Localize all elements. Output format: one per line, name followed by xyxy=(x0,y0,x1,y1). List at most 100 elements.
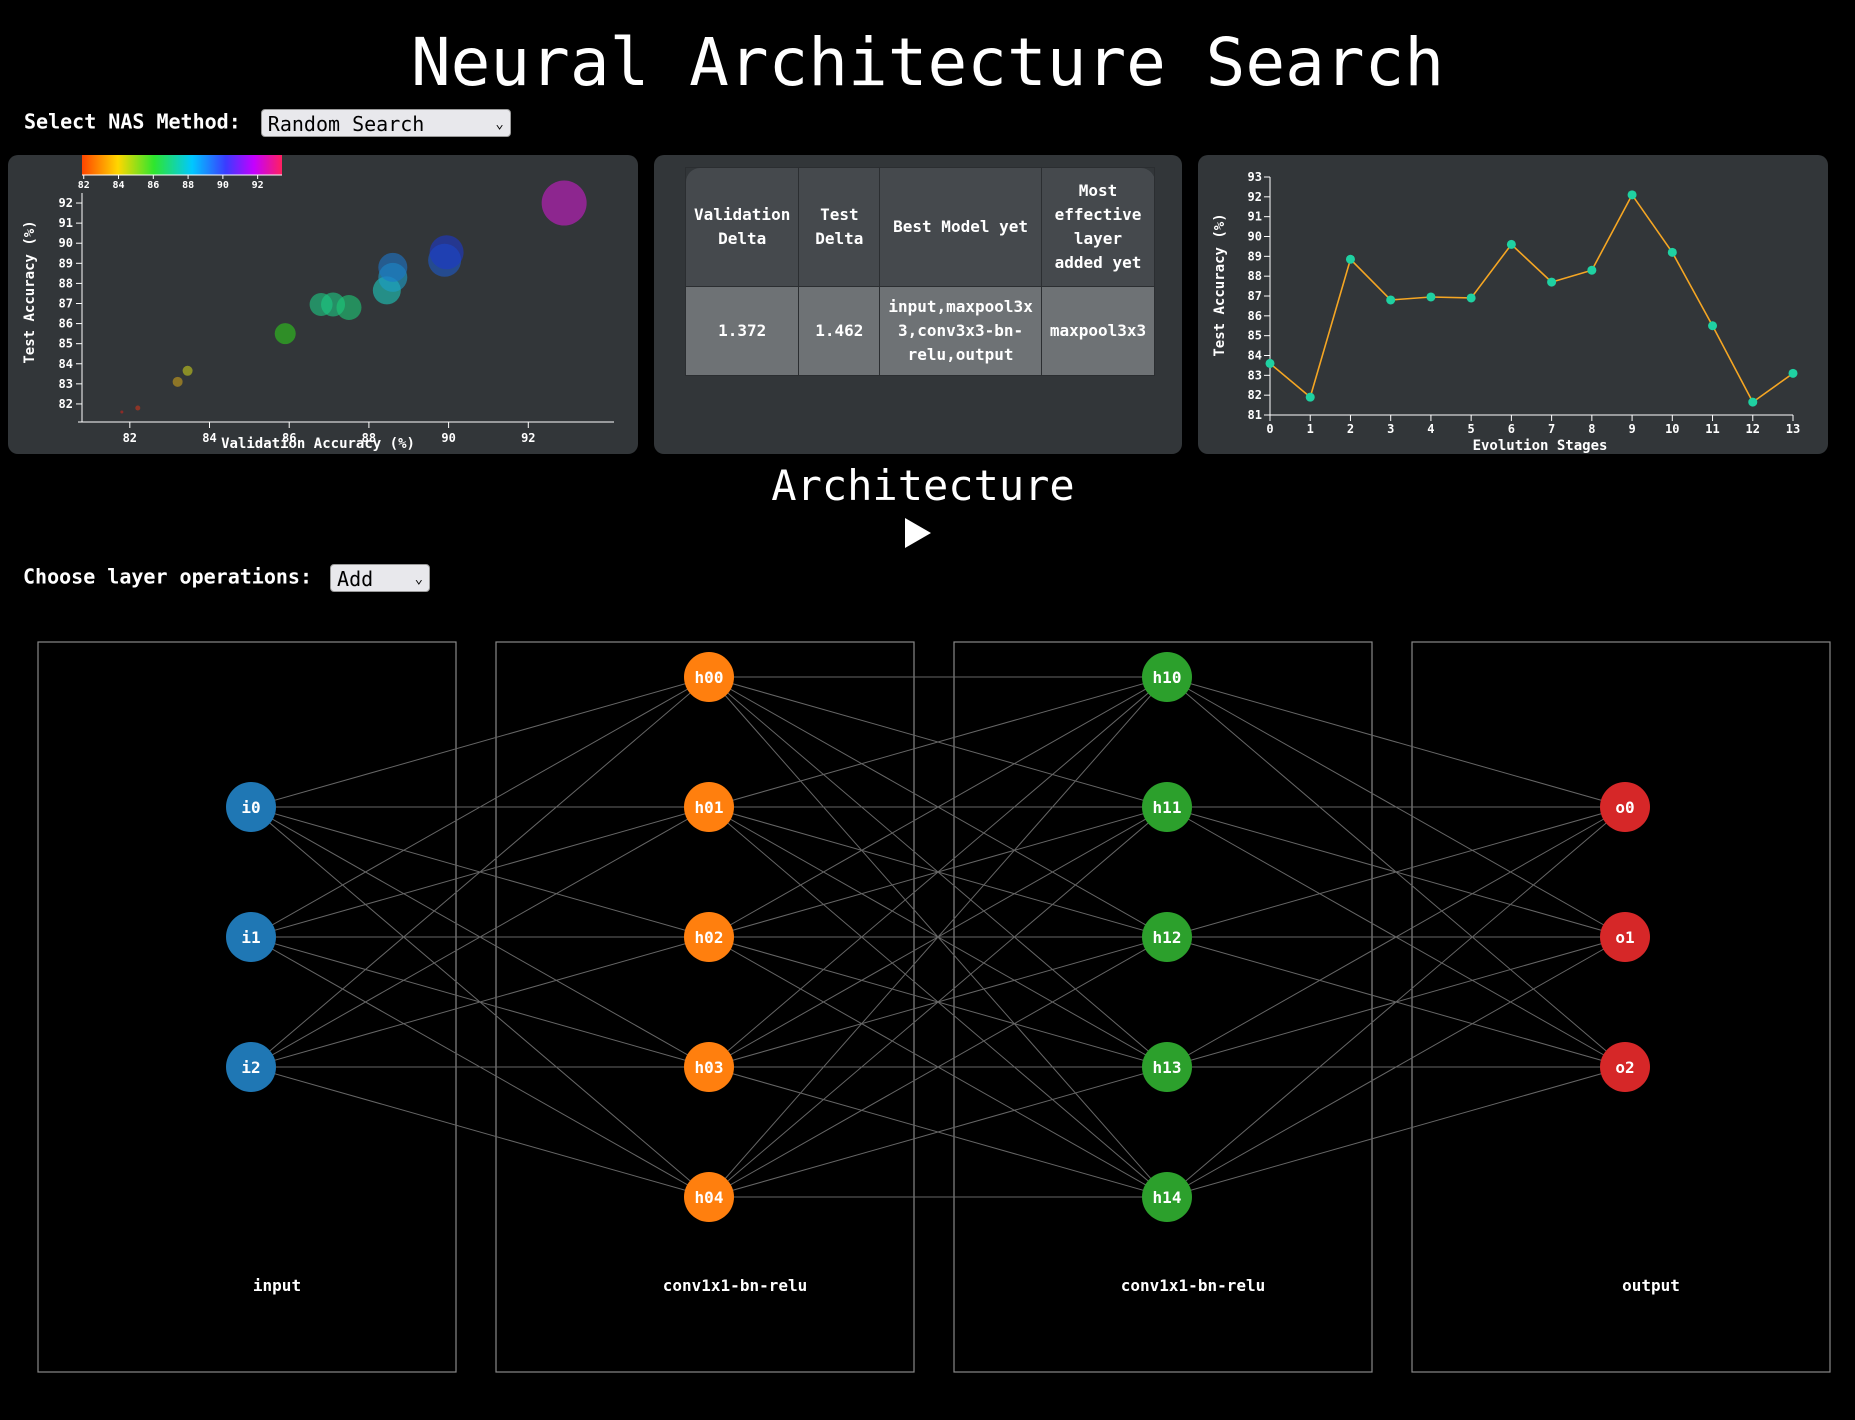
best-model-header: Best Model yet xyxy=(879,167,1042,287)
scatter-y-tick: 90 xyxy=(59,236,73,250)
play-icon[interactable] xyxy=(905,518,931,548)
scatter-points xyxy=(120,180,587,414)
scatter-y-axis: 82 83 84 85 86 87 88 89 90 91 92 xyxy=(59,193,83,422)
node-h01[interactable]: h01 xyxy=(684,782,734,832)
line-x-tick: 9 xyxy=(1628,422,1635,436)
scatter-point xyxy=(541,180,587,226)
stats-table: Validation Delta Test Delta Best Model yet… xyxy=(684,167,1156,376)
node-h14[interactable]: h14 xyxy=(1142,1172,1192,1222)
node-i0[interactable]: i0 xyxy=(226,782,276,832)
layer-box xyxy=(953,641,1373,1373)
node-h11[interactable]: h11 xyxy=(1142,782,1192,832)
line-x-tick: 7 xyxy=(1548,422,1555,436)
node-label: h03 xyxy=(695,1058,724,1077)
line-y-tick: 89 xyxy=(1248,249,1262,263)
nas-method-selected: Random Search xyxy=(267,112,425,136)
network-diagram: input conv1x1-bn-relu conv1x1-bn-relu outpu… xyxy=(37,641,1831,1373)
node-h03[interactable]: h03 xyxy=(684,1042,734,1092)
node-h04[interactable]: h04 xyxy=(684,1172,734,1222)
nas-method-select[interactable]: Random Search ⌄ xyxy=(260,109,511,137)
stats-row: 1.372 1.462 input,maxpool3x 3,conv3x3-bn-… xyxy=(684,286,1156,376)
node-label: i1 xyxy=(241,928,260,947)
line-point xyxy=(1667,247,1677,257)
node-o0[interactable]: o0 xyxy=(1600,782,1650,832)
line-y-tick: 83 xyxy=(1248,368,1262,382)
line-chart: 81828384858687888990919293 0 1 2 3 4 5 6 7 8 9 10 1… xyxy=(1212,170,1800,454)
line-y-tick: 84 xyxy=(1248,349,1262,363)
node-label: o2 xyxy=(1615,1058,1634,1077)
line-point xyxy=(1386,295,1396,305)
line-point xyxy=(1708,321,1718,331)
node-label: i0 xyxy=(241,798,260,817)
effective-layer-value: maxpool3x3 xyxy=(1040,286,1156,376)
scatter-x-tick: 82 xyxy=(123,431,137,445)
scatter-point xyxy=(135,405,141,411)
line-y-tick: 86 xyxy=(1248,309,1262,323)
line-x-tick: 0 xyxy=(1266,422,1273,436)
colorbar-tick: 92 xyxy=(252,180,264,191)
validation-delta-value: 1.372 xyxy=(684,286,800,376)
node-label: i2 xyxy=(241,1058,260,1077)
scatter-y-tick: 88 xyxy=(59,276,73,290)
node-o2[interactable]: o2 xyxy=(1600,1042,1650,1092)
node-label: h00 xyxy=(695,668,724,687)
layer-ops-select[interactable]: Add ⌄ xyxy=(330,564,431,592)
node-h13[interactable]: h13 xyxy=(1142,1042,1192,1092)
page-title: Neural Architecture Search xyxy=(410,24,1445,101)
scatter-y-tick: 92 xyxy=(59,196,73,210)
node-h10[interactable]: h10 xyxy=(1142,652,1192,702)
line-point xyxy=(1466,293,1476,303)
line-point xyxy=(1587,265,1597,275)
scatter-point xyxy=(274,323,296,345)
line-y-tick: 93 xyxy=(1248,170,1262,184)
node-h12[interactable]: h12 xyxy=(1142,912,1192,962)
scatter-y-tick: 83 xyxy=(59,377,73,391)
node-i2[interactable]: i2 xyxy=(226,1042,276,1092)
line-y-tick: 88 xyxy=(1248,269,1262,283)
line-y-tick: 81 xyxy=(1248,408,1262,422)
line-x-tick: 8 xyxy=(1588,422,1595,436)
node-label: h13 xyxy=(1153,1058,1182,1077)
edge xyxy=(250,676,710,1068)
line-x-tick: 1 xyxy=(1307,422,1314,436)
edge xyxy=(1166,806,1626,1198)
node-label: h01 xyxy=(695,798,724,817)
line-y-tick: 92 xyxy=(1248,190,1262,204)
scatter-point xyxy=(182,365,193,376)
line-series xyxy=(1269,193,1794,404)
node-label: h10 xyxy=(1153,668,1182,687)
edge xyxy=(250,676,710,808)
line-x-tick: 10 xyxy=(1665,422,1679,436)
line-y-tick: 91 xyxy=(1248,210,1262,224)
node-label: h04 xyxy=(695,1188,724,1207)
layer-label: conv1x1-bn-relu xyxy=(1121,1276,1266,1295)
layer-label: input xyxy=(253,1276,301,1295)
scatter-y-tick: 82 xyxy=(59,397,73,411)
colorbar-tick: 88 xyxy=(182,180,194,191)
scatter-y-tick: 84 xyxy=(59,357,73,371)
line-point xyxy=(1506,239,1516,249)
line-point xyxy=(1748,397,1758,407)
scatter-y-tick: 85 xyxy=(59,337,73,351)
node-label: h14 xyxy=(1153,1188,1182,1207)
scatter-point xyxy=(378,252,408,282)
line-x-tick: 4 xyxy=(1427,422,1434,436)
node-o1[interactable]: o1 xyxy=(1600,912,1650,962)
layer-ops-control: Choose layer operations: Add ⌄ xyxy=(23,564,431,592)
node-i1[interactable]: i1 xyxy=(226,912,276,962)
stats-panel: Validation Delta Test Delta Best Model yet… xyxy=(654,155,1182,454)
line-x-tick: 6 xyxy=(1508,422,1515,436)
chevron-down-icon: ⌄ xyxy=(495,116,504,132)
scatter-x-tick: 92 xyxy=(521,431,535,445)
nas-method-label: Select NAS Method: xyxy=(24,109,241,134)
scatter-y-tick: 91 xyxy=(59,216,73,230)
colorbar-ticks: 82 84 86 88 90 92 xyxy=(78,174,282,191)
scatter-x-tick: 90 xyxy=(441,431,455,445)
scatter-x-label: Validation Accuracy (%) xyxy=(221,436,415,452)
node-label: h12 xyxy=(1153,928,1182,947)
node-h02[interactable]: h02 xyxy=(684,912,734,962)
line-point xyxy=(1627,190,1637,200)
node-h00[interactable]: h00 xyxy=(684,652,734,702)
scatter-point xyxy=(336,295,362,321)
line-panel: 81 82 83 84 85 86 87 88 89 90 91 92 93 0 1 2 3 4 5 6 7 8 9 10 1… xyxy=(1198,155,1828,454)
